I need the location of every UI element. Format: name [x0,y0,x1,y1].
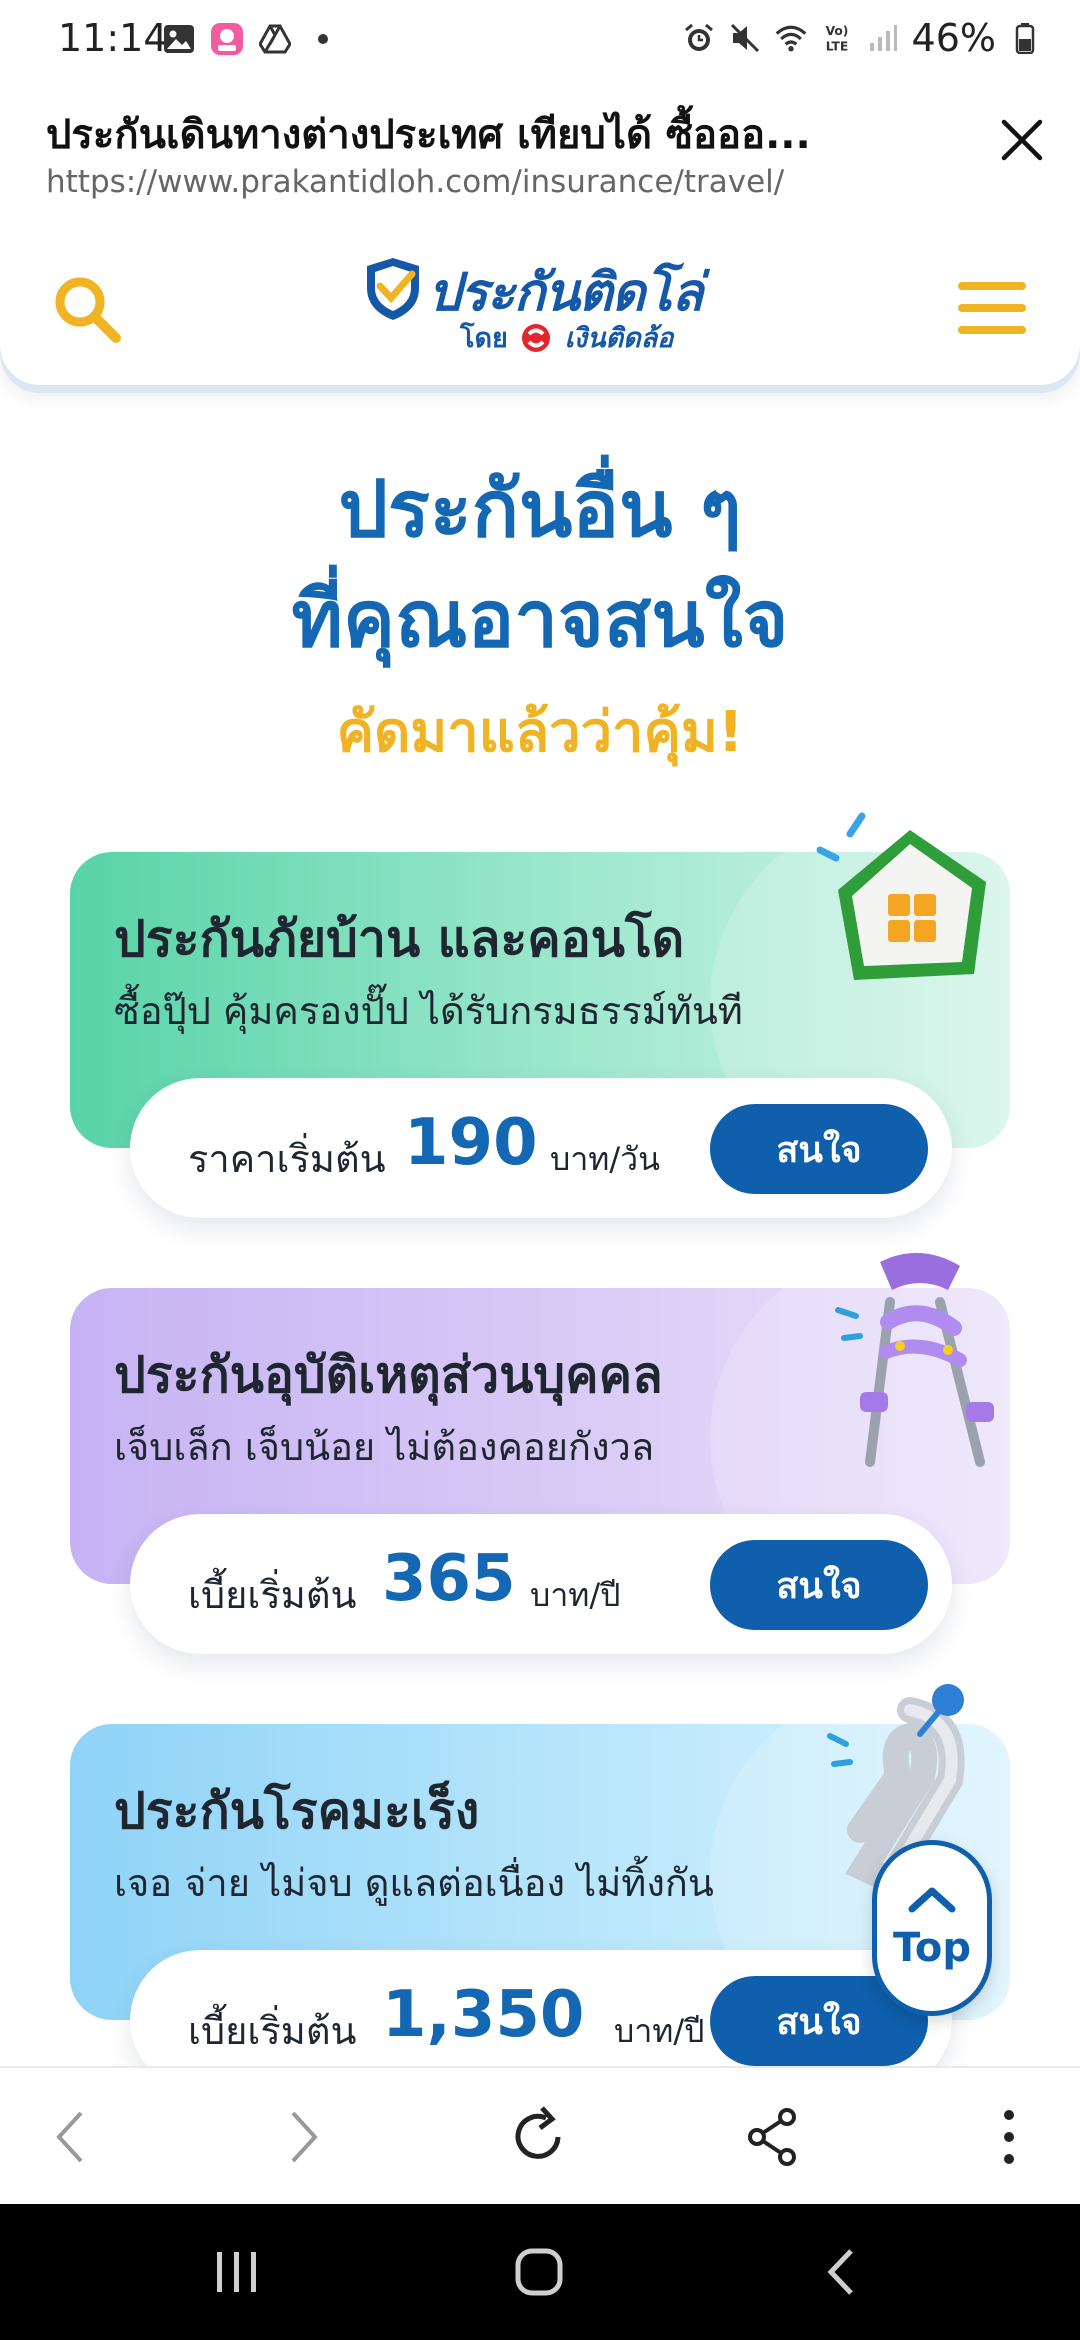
price-pill: ราคาเริ่มต้น 190 บาท/วัน สนใจ [130,1078,952,1218]
notification-dot-icon [306,22,340,56]
price-value: 365 [382,1542,516,1616]
back-arrow-icon[interactable] [36,2102,106,2172]
insurance-card-accident[interactable]: ประกันอุบัติเหตุส่วนบุคคล เจ็บเล็ก เจ็บน… [70,1252,1010,1654]
section-title-line2: ที่คุณอาจสนใจ [291,575,789,665]
search-icon[interactable] [48,270,128,350]
price-label: เบี้ยเริ่มต้น [188,1573,357,1617]
card-title: ประกันโรคมะเร็ง [114,1782,480,1840]
drive-icon [258,22,292,56]
price-pill: เบี้ยเริ่มต้น 365 บาท/ปี สนใจ [130,1514,952,1654]
price-label: เบี้ยเริ่มต้น [188,2009,357,2053]
more-options-icon[interactable] [974,2102,1044,2172]
share-icon[interactable] [738,2102,808,2172]
gallery-icon [162,22,196,56]
svg-text:LTE: LTE [825,39,848,53]
volte-icon: Vo) LTE [820,21,854,55]
price-unit: บาท/ปี [614,2012,705,2050]
card-title: ประกันอุบัติเหตุส่วนบุคคล [114,1346,663,1404]
price-value: 190 [404,1106,538,1180]
section-subtitle: คัดมาแล้วว่าคุ้ม! [336,700,744,765]
lazada-app-icon [210,22,244,56]
insurance-card-cancer[interactable]: ประกันโรคมะเร็ง เจอ จ่าย ไม่จบ ดูแลต่อเน… [70,1684,1010,2090]
svg-text:Vo): Vo) [825,24,848,38]
card-subtitle: เจอ จ่าย ไม่จบ ดูแลต่อเนื่อง ไม่ทิ้งกัน [114,1861,714,1905]
reload-icon[interactable] [504,2102,574,2172]
hamburger-menu-icon[interactable] [956,278,1028,338]
price-unit: บาท/ปี [530,1576,621,1614]
crutches-icon [830,1242,1020,1496]
interested-button[interactable]: สนใจ [710,1104,928,1194]
alarm-icon [682,21,716,55]
status-bar: 11:14 Vo) LTE 46% [0,0,1080,80]
price-label: ราคาเริ่มต้น [188,1137,386,1181]
battery-icon [1008,21,1042,55]
price-value: 1,350 [382,1978,585,2052]
back-to-top-button[interactable]: Top [872,1840,992,2016]
logo-byline: โดย เงินติดล้อ [460,316,673,359]
status-time: 11:14 [58,16,168,60]
custom-tab-bar: ประกันเดินทางต่างประเทศ เทียบได้ ซื้อออ.… [0,80,1080,210]
wifi-icon [774,21,808,55]
ngern-tid-lor-logo-icon [521,323,551,353]
section-title-line1: ประกันอื่น ๆ [338,465,742,555]
logo-by-text: โดย [460,323,508,354]
price-unit: บาท/วัน [550,1140,660,1178]
card-title: ประกันภัยบ้าน และคอนโด [114,910,685,968]
home-icon[interactable] [504,2242,574,2302]
card-subtitle: เจ็บเล็ก เจ็บน้อย ไม่ต้องคอยกังวล [114,1425,655,1469]
close-icon[interactable] [992,110,1052,170]
recent-apps-icon[interactable] [202,2242,272,2302]
mute-icon [728,21,762,55]
forward-arrow-icon[interactable] [268,2102,338,2172]
back-icon[interactable] [806,2242,876,2302]
site-header: ประกันติดโล่ โดย เงินติดล้อ [0,210,1080,385]
shield-logo-icon [364,256,422,322]
browser-toolbar [0,2066,1080,2204]
site-logo[interactable]: ประกันติดโล่ โดย เงินติดล้อ [364,250,724,360]
interested-button[interactable]: สนใจ [710,1540,928,1630]
card-subtitle: ซื้อปุ๊ป คุ้มครองปั๊ป ได้รับกรมธรรม์ทันท… [114,989,743,1033]
tab-title: ประกันเดินทางต่างประเทศ เทียบได้ ซื้อออ.… [46,112,811,158]
chevron-up-icon [906,1885,958,1919]
insurance-card-home[interactable]: ประกันภัยบ้าน และคอนโด ซื้อปุ๊ป คุ้มครอง… [70,812,1010,1218]
house-icon [810,810,1010,1004]
system-nav-bar [0,2204,1080,2340]
tab-url[interactable]: https://www.prakantidloh.com/insurance/t… [46,164,784,200]
section-heading: ประกันอื่น ๆ ที่คุณอาจสนใจ คัดมาแล้วว่าค… [0,455,1080,776]
top-label: Top [892,1925,972,1971]
logo-brand-text: เงินติดล้อ [564,323,674,354]
battery-percent: 46% [911,16,996,60]
signal-icon [866,21,900,55]
